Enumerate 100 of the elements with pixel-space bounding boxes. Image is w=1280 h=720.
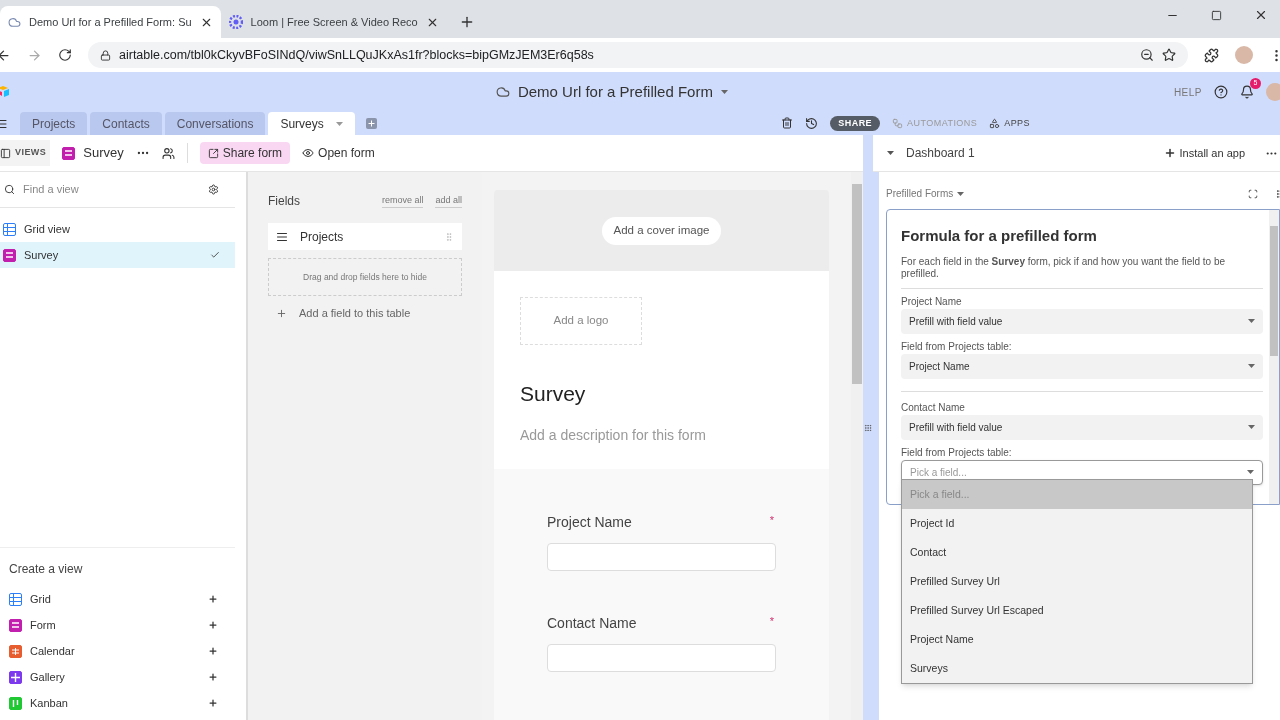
- form-title[interactable]: Survey: [520, 378, 803, 410]
- table-tab[interactable]: Surveys: [268, 112, 355, 135]
- back-icon[interactable]: [0, 47, 11, 63]
- field-select[interactable]: Project Name: [901, 353, 1263, 379]
- settings-icon[interactable]: [208, 184, 219, 195]
- trash-icon[interactable]: [781, 117, 794, 130]
- check-icon: [210, 250, 220, 260]
- add-table-icon[interactable]: [365, 118, 377, 129]
- required-mark: *: [769, 513, 774, 528]
- create-view-item[interactable]: Form: [0, 612, 235, 638]
- add-icon: [208, 646, 218, 656]
- lock-icon: [100, 49, 111, 61]
- form-view-icon: [62, 146, 76, 160]
- share-button[interactable]: SHARE: [830, 115, 881, 131]
- table-tab[interactable]: Projects: [20, 112, 88, 135]
- caret-icon: [957, 191, 965, 196]
- question-label: Contact Name: [547, 614, 637, 633]
- star-icon[interactable]: [1162, 48, 1176, 62]
- grid-view-icon: [3, 222, 16, 236]
- share-icon: [207, 147, 219, 159]
- calendar-view-icon: [9, 644, 22, 658]
- caret-icon: [1248, 319, 1255, 323]
- add-all-link[interactable]: add all: [435, 193, 462, 209]
- cover-image-button[interactable]: Add a cover image: [601, 216, 722, 245]
- history-icon[interactable]: [805, 116, 819, 130]
- add-icon: [208, 672, 218, 682]
- form-view-icon: [9, 618, 22, 632]
- app-heading: Formula for a prefilled form: [901, 226, 1098, 246]
- create-view-item[interactable]: Calendar: [0, 638, 235, 664]
- view-item[interactable]: Grid view: [0, 216, 235, 242]
- fields-title: Fields: [268, 193, 301, 210]
- answer-field[interactable]: [547, 543, 776, 571]
- caret-icon: [720, 90, 728, 94]
- required-mark: *: [769, 614, 774, 629]
- form-view-icon: [3, 248, 16, 262]
- add-field-button[interactable]: Add a field to this table: [268, 305, 419, 322]
- dropdown-option[interactable]: Project Id: [902, 509, 1252, 538]
- caret-icon: [1248, 364, 1255, 368]
- share-form-button[interactable]: Share form: [199, 142, 291, 164]
- table-tab[interactable]: Contacts: [90, 112, 162, 135]
- answer-field[interactable]: [547, 644, 776, 672]
- dropdown-option[interactable]: Surveys: [902, 654, 1252, 683]
- section-label: Contact Name: [901, 401, 966, 414]
- dropdown-option[interactable]: Project Name: [902, 625, 1252, 654]
- field-item[interactable]: Projects: [268, 223, 462, 250]
- resize-handle-icon[interactable]: [864, 423, 872, 432]
- kanban-view-icon: [9, 696, 22, 710]
- zoom-icon[interactable]: [1140, 48, 1154, 62]
- create-view-title: Create a view: [8, 561, 84, 578]
- open-form-button[interactable]: Open form: [302, 144, 375, 162]
- dropdown-option[interactable]: Prefilled Survey Url: [902, 567, 1252, 596]
- browser-tab[interactable]: Loom | Free Screen & Video Reco: [220, 6, 447, 38]
- add-icon: [1163, 147, 1176, 159]
- base-title[interactable]: Demo Url for a Prefilled Form: [517, 80, 713, 104]
- search-icon: [4, 184, 15, 195]
- eye-icon: [302, 147, 315, 159]
- browser-tab[interactable]: Demo Url for a Prefilled Form: Su: [0, 6, 221, 38]
- install-app-link[interactable]: Install an app: [1179, 144, 1245, 162]
- apps-button[interactable]: APPS: [989, 116, 1030, 130]
- extensions-icon[interactable]: [1204, 47, 1219, 63]
- remove-all-link[interactable]: remove all: [381, 193, 424, 209]
- create-view-item[interactable]: Kanban: [0, 690, 235, 716]
- expand-icon[interactable]: [1248, 188, 1258, 199]
- people-icon[interactable]: [161, 146, 175, 160]
- drop-zone: Drag and drop fields here to hide: [268, 258, 462, 296]
- create-view-item[interactable]: Gallery: [0, 664, 235, 690]
- gallery-view-icon: [9, 670, 22, 684]
- drag-handle-icon[interactable]: [444, 231, 454, 242]
- dropdown-option[interactable]: Contact: [902, 538, 1252, 567]
- prefill-select[interactable]: Prefill with field value: [901, 414, 1263, 440]
- tab-title: Demo Url for a Prefilled Form: Su: [29, 14, 192, 30]
- logo-placeholder[interactable]: Add a logo: [520, 297, 642, 345]
- panel-icon[interactable]: [0, 147, 11, 159]
- url-text: airtable.com/tbl0kCkyvBFoSINdQ/viwSnLLQuJKxAs1fr?blocks=bipGMzJEM3Er6q58s: [119, 46, 595, 64]
- field-label: Field from Projects table:: [901, 340, 1013, 353]
- close-icon[interactable]: [1254, 8, 1268, 22]
- caret-icon: [1247, 470, 1254, 474]
- grid-view-icon: [9, 592, 22, 606]
- create-view-item[interactable]: Grid: [0, 586, 235, 612]
- view-name[interactable]: Survey: [83, 143, 124, 163]
- prefill-select[interactable]: Prefill with field value: [901, 308, 1263, 334]
- starburst-icon: [228, 15, 243, 29]
- view-item[interactable]: Survey: [0, 242, 235, 268]
- dropdown-option[interactable]: Prefilled Survey Url Escaped: [902, 596, 1252, 625]
- automations-icon: [892, 117, 904, 129]
- address-bar[interactable]: airtable.com/tbl0kCkyvBFoSINdQ/viwSnLLQuJKxAs1fr?blocks=bipGMzJEM3Er6q58s: [88, 42, 1188, 68]
- scrollbar[interactable]: [1269, 210, 1279, 504]
- maximize-icon[interactable]: [1211, 9, 1222, 21]
- table-tab[interactable]: Conversations: [164, 112, 266, 135]
- find-view-field[interactable]: Find a view: [23, 181, 200, 198]
- reload-icon[interactable]: [58, 48, 72, 62]
- help-icon[interactable]: [1214, 85, 1228, 99]
- logo-icon: [0, 85, 10, 99]
- add-icon: [208, 620, 218, 630]
- notification-icon[interactable]: [1240, 85, 1254, 99]
- add-icon: [208, 594, 218, 604]
- dashboard-title[interactable]: Dashboard 1: [906, 144, 1156, 162]
- field-label: Field from Projects table:: [901, 446, 1013, 459]
- app-name[interactable]: Prefilled Forms: [886, 186, 954, 201]
- add-icon: [276, 307, 287, 319]
